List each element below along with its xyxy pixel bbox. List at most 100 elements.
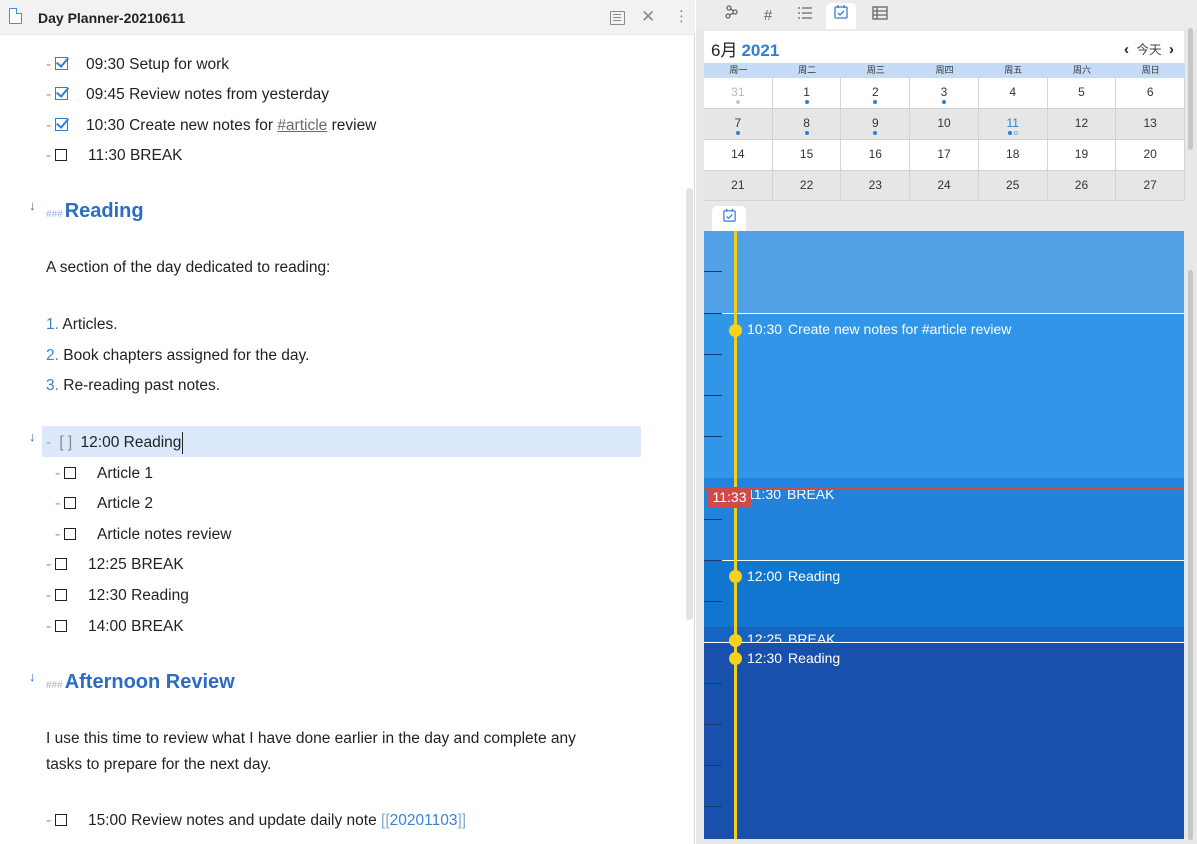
editor-pane: Day Planner-20210611 ✕ ⋮ -09:30 Setup fo… bbox=[0, 0, 695, 844]
calendar-day[interactable]: 5 bbox=[1047, 78, 1117, 109]
list-text: Articles. bbox=[62, 316, 118, 333]
calendar-day[interactable]: 13 bbox=[1116, 109, 1186, 140]
chevron-right-icon[interactable]: › bbox=[1169, 41, 1174, 58]
calendar-day-today[interactable]: 11 bbox=[978, 109, 1048, 140]
calendar-day[interactable]: 1 bbox=[772, 78, 842, 109]
task-text: Setup for work bbox=[129, 56, 230, 73]
list-number: 1. bbox=[46, 316, 59, 333]
task-checkbox[interactable] bbox=[55, 558, 67, 570]
calendar-day[interactable]: 27 bbox=[1116, 171, 1186, 201]
calendar-day[interactable]: 3 bbox=[910, 78, 979, 109]
timeline-event[interactable]: 12:30 Reading bbox=[747, 650, 840, 666]
list-item: 2. Book chapters assigned for the day. bbox=[46, 343, 309, 369]
heading-text: Reading bbox=[64, 200, 144, 222]
calendar-day[interactable]: 23 bbox=[841, 171, 911, 201]
calendar-day[interactable]: 26 bbox=[1047, 171, 1117, 201]
wiki-link[interactable]: 20201103 bbox=[390, 812, 458, 829]
task-checkbox-checked[interactable] bbox=[55, 57, 68, 70]
day-planner-tab[interactable] bbox=[712, 206, 746, 231]
task-time: 14:00 bbox=[88, 618, 127, 635]
calendar-day[interactable]: 20 bbox=[1116, 140, 1186, 171]
list-number: 3. bbox=[46, 377, 59, 394]
task-text: Article notes review bbox=[97, 526, 232, 543]
calendar-check-icon bbox=[722, 208, 736, 222]
calendar-grid: 周一 周二 周三 周四 周五 周六 周日 31 1 2 3 4 5 6 7 8 … bbox=[704, 63, 1186, 201]
table-icon[interactable] bbox=[865, 3, 895, 29]
task-time: 12:25 bbox=[88, 556, 127, 573]
task-text: Article 2 bbox=[97, 495, 153, 512]
calendar-check-icon[interactable] bbox=[826, 3, 856, 29]
task-checkbox[interactable] bbox=[55, 589, 67, 601]
calendar-day[interactable]: 19 bbox=[1047, 140, 1117, 171]
article-tag-link[interactable]: #article bbox=[277, 117, 327, 134]
weekday-label: 周六 bbox=[1072, 65, 1091, 75]
calendar-day[interactable]: 31 bbox=[704, 78, 773, 109]
chevron-left-icon[interactable]: ‹ bbox=[1124, 41, 1129, 58]
timeline-block[interactable] bbox=[704, 642, 1184, 839]
file-icon bbox=[9, 8, 22, 24]
task-checkbox[interactable] bbox=[55, 149, 67, 161]
calendar-day[interactable]: 21 bbox=[704, 171, 773, 201]
calendar-day[interactable]: 8 bbox=[772, 109, 842, 140]
list-text: Re-reading past notes. bbox=[63, 377, 221, 394]
calendar-day[interactable]: 15 bbox=[772, 140, 842, 171]
timeline-event[interactable]: 12:00 Reading bbox=[747, 568, 840, 584]
calendar-day[interactable]: 22 bbox=[772, 171, 842, 201]
subtask-item: - Article 1 bbox=[55, 465, 153, 482]
calendar-day[interactable]: 9 bbox=[841, 109, 911, 140]
outline-icon[interactable] bbox=[790, 3, 820, 29]
task-checkbox[interactable] bbox=[55, 814, 67, 826]
calendar-day[interactable]: 17 bbox=[910, 140, 979, 171]
calendar-day[interactable]: 14 bbox=[704, 140, 773, 171]
calendar-widget: 6月 2021 ‹ 今天 › 周一 周二 周三 周四 周五 周六 周日 31 1 … bbox=[704, 31, 1186, 201]
fold-arrow-icon[interactable]: ↓ bbox=[29, 198, 36, 213]
calendar-day[interactable]: 16 bbox=[841, 140, 911, 171]
timeline-event-dot bbox=[729, 652, 742, 665]
task-checkbox[interactable] bbox=[64, 497, 76, 509]
today-button[interactable]: 今天 bbox=[1137, 43, 1162, 57]
editor-scrollbar[interactable] bbox=[686, 188, 693, 620]
task-checkbox[interactable] bbox=[64, 467, 76, 479]
task-item-active[interactable]: - [ ] 12:00 Reading bbox=[46, 432, 184, 454]
timeline-scrollbar[interactable] bbox=[1188, 270, 1193, 840]
task-checkbox-checked[interactable] bbox=[55, 87, 68, 100]
calendar-day[interactable]: 24 bbox=[910, 171, 979, 201]
task-checkbox[interactable] bbox=[55, 620, 67, 632]
calendar-day[interactable]: 7 bbox=[704, 109, 773, 140]
calendar-nav: ‹ 今天 › bbox=[1124, 39, 1174, 58]
weekday-label: 周日 bbox=[1141, 65, 1160, 75]
calendar-day[interactable]: 18 bbox=[978, 140, 1048, 171]
calendar-day[interactable]: 12 bbox=[1047, 109, 1117, 140]
fold-arrow-icon[interactable]: ↓ bbox=[29, 669, 36, 684]
calendar-scrollbar[interactable] bbox=[1188, 28, 1193, 150]
timeline-block[interactable] bbox=[704, 313, 1184, 478]
reading-mode-icon[interactable] bbox=[610, 11, 625, 25]
timeline-event[interactable]: 12:25 BREAK bbox=[747, 631, 836, 642]
weekday-header: 周一 周二 周三 周四 周五 周六 周日 bbox=[704, 63, 1185, 78]
calendar-title: 6月 2021 bbox=[711, 36, 779, 61]
calendar-day[interactable]: 10 bbox=[910, 109, 979, 140]
timeline-event-dot bbox=[729, 634, 742, 647]
more-options-icon[interactable]: ⋮ bbox=[674, 8, 689, 26]
fold-arrow-icon[interactable]: ↓ bbox=[29, 429, 36, 444]
calendar-day[interactable]: 4 bbox=[978, 78, 1048, 109]
task-time: 15:00 bbox=[88, 812, 127, 829]
list-text: Book chapters assigned for the day. bbox=[63, 347, 310, 364]
raw-checkbox-markdown[interactable]: [ ] bbox=[59, 434, 72, 451]
task-text: Reading bbox=[131, 587, 189, 604]
task-item: -14:00 BREAK bbox=[46, 618, 184, 635]
tag-icon[interactable]: # bbox=[753, 3, 783, 29]
editor-header: Day Planner-20210611 ✕ ⋮ bbox=[0, 0, 695, 35]
timeline-block bbox=[704, 231, 1184, 314]
task-item: -09:30 Setup for work bbox=[46, 56, 230, 73]
task-checkbox-checked[interactable] bbox=[55, 118, 68, 131]
calendar-day[interactable]: 6 bbox=[1116, 78, 1186, 109]
task-checkbox[interactable] bbox=[64, 528, 76, 540]
close-icon[interactable]: ✕ bbox=[641, 8, 655, 26]
subtask-item: - Article notes review bbox=[55, 526, 232, 543]
calendar-day[interactable]: 25 bbox=[978, 171, 1048, 201]
task-time: 12:00 bbox=[80, 434, 120, 452]
graph-icon[interactable] bbox=[717, 3, 747, 29]
timeline-event[interactable]: 10:30 Create new notes for #article revie… bbox=[747, 321, 1011, 337]
calendar-day[interactable]: 2 bbox=[841, 78, 911, 109]
